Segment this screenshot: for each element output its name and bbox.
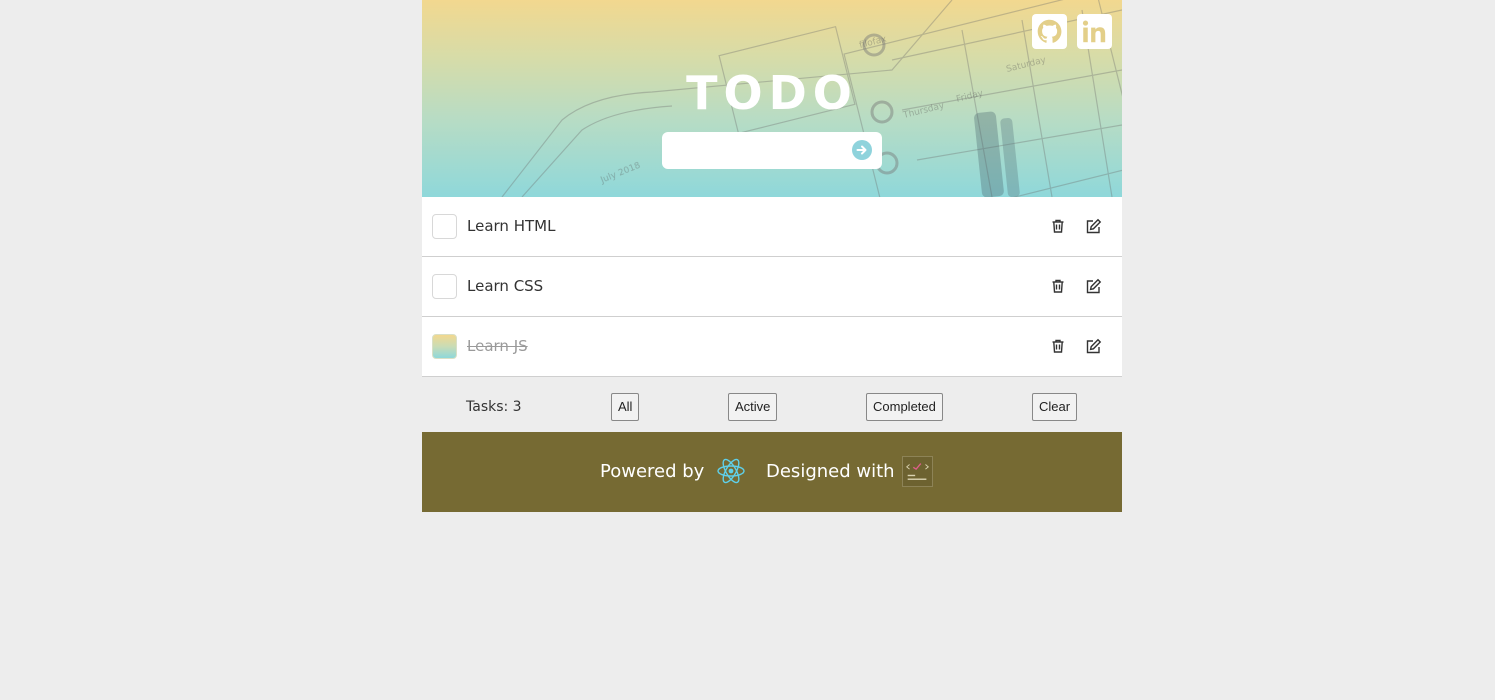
filter-completed-button[interactable]: Completed xyxy=(866,393,943,421)
delete-todo-button[interactable] xyxy=(1048,216,1068,236)
trash-icon xyxy=(1052,339,1064,353)
add-todo-button[interactable] xyxy=(852,140,872,160)
task-count: Tasks: 3 xyxy=(466,399,522,415)
arrow-right-circle-icon xyxy=(856,145,867,155)
todo-item: Learn JS xyxy=(422,317,1122,377)
powered-by-text: Powered by xyxy=(600,461,705,482)
delete-todo-button[interactable] xyxy=(1048,336,1068,356)
github-link[interactable] xyxy=(1032,14,1067,49)
todo-app: July 2018 filofax Thursday Friday Saturd… xyxy=(422,0,1122,512)
clear-completed-button[interactable]: Clear xyxy=(1032,393,1078,421)
todo-text: Learn HTML xyxy=(467,217,556,235)
delete-todo-button[interactable] xyxy=(1048,276,1068,296)
edit-todo-button[interactable] xyxy=(1083,216,1103,236)
add-todo-form xyxy=(662,132,882,169)
filter-all-button[interactable]: All xyxy=(611,393,640,421)
svg-text:July 2018: July 2018 xyxy=(598,161,642,186)
github-icon xyxy=(1037,19,1062,43)
edit-icon xyxy=(1086,338,1101,353)
social-links xyxy=(1032,14,1112,49)
trash-icon xyxy=(1052,279,1064,293)
todo-item: Learn CSS xyxy=(422,257,1122,317)
todo-text: Learn JS xyxy=(467,337,528,355)
todo-item: Learn HTML xyxy=(422,197,1122,257)
edit-icon xyxy=(1086,218,1101,233)
credits-footer: Powered by Designed with xyxy=(422,432,1122,512)
todo-list: Learn HTML Learn CSS Learn JS xyxy=(422,197,1122,377)
todo-checkbox[interactable] xyxy=(432,274,457,299)
todo-checkbox[interactable] xyxy=(432,214,457,239)
todo-checkbox-checked[interactable] xyxy=(432,334,457,359)
edit-todo-button[interactable] xyxy=(1083,276,1103,296)
new-todo-input[interactable] xyxy=(670,138,844,164)
app-title: TODO xyxy=(686,66,858,120)
todo-footer: Tasks: 3 All Active Completed Clear xyxy=(422,377,1122,432)
linkedin-icon xyxy=(1082,20,1106,43)
design-tool-logo-icon xyxy=(902,456,933,487)
filter-active-button[interactable]: Active xyxy=(728,393,778,421)
edit-todo-button[interactable] xyxy=(1083,336,1103,356)
todo-text: Learn CSS xyxy=(467,277,544,295)
react-logo-icon xyxy=(717,458,745,484)
trash-icon xyxy=(1052,219,1064,233)
linkedin-link[interactable] xyxy=(1077,14,1112,49)
header-banner: July 2018 filofax Thursday Friday Saturd… xyxy=(422,0,1122,197)
designed-with-text: Designed with xyxy=(766,461,895,482)
edit-icon xyxy=(1086,278,1101,293)
